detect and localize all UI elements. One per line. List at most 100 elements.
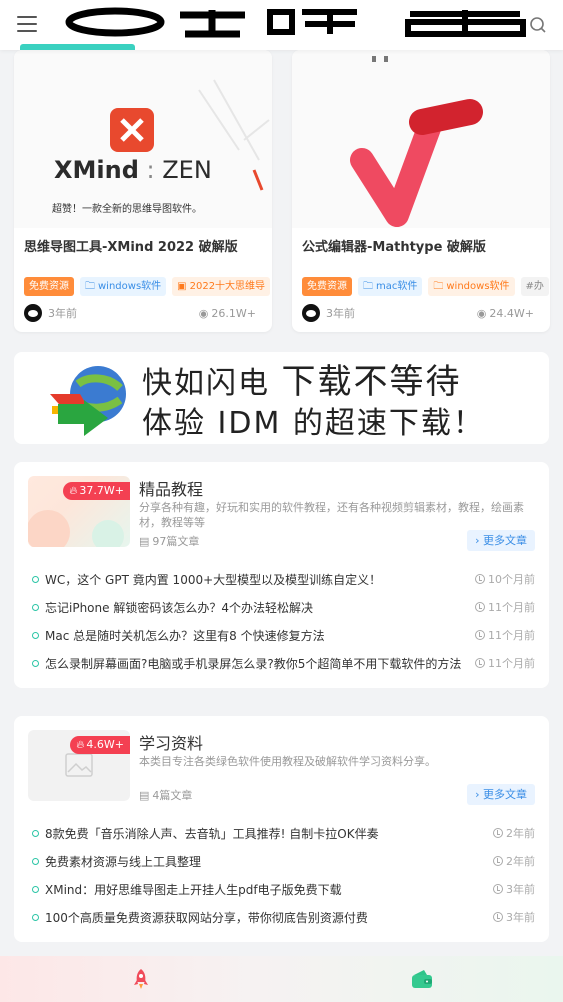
banner-line2: 体验 IDM 的超速下载！ [142,406,485,441]
list-item[interactable]: 怎么录制屏幕画面?电脑或手机录屏怎么录?教你5个超简单不用下载软件的方法 11个月… [32,649,535,677]
fire-icon: 🔥︎ [76,738,85,751]
more-label: 更多文章 [483,788,527,801]
tag-free[interactable]: 免费资源 [24,277,74,296]
bullet-icon [32,603,39,611]
list-item[interactable]: 忘记iPhone 解锁密码该怎么办？4个办法轻松解决 11个月前 [32,593,535,621]
hot-badge: 🔥︎ 37.7W+ [63,482,130,500]
more-articles-button[interactable]: › 更多文章 [467,530,535,551]
post-time: 3年前 [48,307,77,320]
tag-mac[interactable]: 🗀 mac软件 [358,277,423,296]
article-time: 2年前 [493,853,535,869]
post-card-mathtype[interactable]: 公式编辑器-Mathtype 破解版 免费资源 🗀 mac软件 🗀 windows软… [292,50,550,332]
tag-label: windows软件 [446,281,510,292]
time-label: 3年前 [506,911,535,924]
article-title[interactable]: 100个高质量免费资源获取网站分享，带你彻底告别资源付费 [45,909,481,926]
active-tab-indicator [20,44,135,50]
article-time: 3年前 [493,881,535,897]
idm-banner[interactable]: 快如闪电 下载不等待 体验 IDM 的超速下载！ [14,352,549,444]
category-title[interactable]: 学习资料 [139,730,203,754]
list-item[interactable]: Mac 总是随时关机怎么办？这里有8 个快速修复方法 11个月前 [32,621,535,649]
article-time: 11个月前 [475,655,535,671]
article-count-label: 4篇文章 [152,789,193,802]
category-section-tutorials: 🔥︎ 37.7W+ 精品教程 分享各种有趣，好玩和实用的软件教程，还有各种视频剪辑… [14,462,549,688]
tag-windows[interactable]: 🗀 windows软件 [80,277,167,296]
category-description: 本类目专注各类绿色软件使用教程及破解软件学习资料分享。 [139,755,436,768]
article-title[interactable]: Mac 总是随时关机怎么办？这里有8 个快速修复方法 [45,627,463,644]
more-label: 更多文章 [483,534,527,547]
post-title[interactable]: 思维导图工具-XMind 2022 破解版 [24,236,238,255]
time-label: 10个月前 [488,573,535,586]
time-label: 11个月前 [488,601,535,614]
bullet-icon [32,885,39,893]
search-icon[interactable] [529,16,547,34]
list-item[interactable]: 8款免费「音乐消除人声、去音轨」工具推荐! 自制卡拉OK伴奏 2年前 [32,819,535,847]
top-bar [0,0,563,50]
article-time: 2年前 [493,825,535,841]
thumb-caption: 超赞！一款全新的思维导图软件。 [52,204,202,215]
site-logo[interactable] [40,6,530,38]
category-section-learning: 🔥︎ 4.6W+ 学习资料 本类目专注各类绿色软件使用教程及破解软件学习资料分享。… [14,716,549,942]
article-time: 11个月前 [475,627,535,643]
list-item[interactable]: XMind：用好思维导图走上开挂人生pdf电子版免费下载 3年前 [32,875,535,903]
post-thumbnail[interactable] [292,50,550,228]
article-title[interactable]: WC，这个 GPT 竟内置 1000+大型模型以及模型训练自定义！ [45,571,463,588]
clock-icon [475,658,485,668]
tag-xmind-top[interactable]: ▣ 2022十大思维导 [172,277,271,296]
article-title[interactable]: XMind：用好思维导图走上开挂人生pdf电子版免费下载 [45,881,481,898]
avatar[interactable] [24,304,42,322]
bullet-icon [32,575,39,583]
post-meta: 3年前 ◉ 26.1W+ [24,304,256,322]
banner-line1-a: 快如闪电 [142,366,270,401]
bullet-icon [32,829,39,837]
article-count: ▤ 97篇文章 [139,533,199,549]
eye-icon: ◉ [476,306,487,320]
list-item[interactable]: 100个高质量免费资源获取网站分享，带你彻底告别资源付费 3年前 [32,903,535,931]
post-views: ◉ 26.1W+ [199,307,256,320]
post-views: ◉ 24.4W+ [477,307,534,320]
idm-logo-icon [50,366,126,436]
bullet-icon [32,631,39,639]
clock-icon [475,574,485,584]
time-label: 2年前 [506,855,535,868]
hot-badge: 🔥︎ 4.6W+ [70,736,130,754]
tag-windows[interactable]: 🗀 windows软件 [428,277,515,296]
article-count: ▤ 4篇文章 [139,787,192,803]
time-label: 11个月前 [488,657,535,670]
article-title[interactable]: 忘记iPhone 解锁密码该怎么办？4个办法轻松解决 [45,599,463,616]
clock-icon [475,630,485,640]
list-item[interactable]: 免费素材资源与线上工具整理 2年前 [32,847,535,875]
article-time: 3年前 [493,909,535,925]
time-label: 11个月前 [488,629,535,642]
article-list: WC，这个 GPT 竟内置 1000+大型模型以及模型训练自定义！ 10个月前 忘… [32,565,535,677]
article-title[interactable]: 怎么录制屏幕画面?电脑或手机录屏怎么录?教你5个超简单不用下载软件的方法 [45,655,463,672]
banner-line1-b: 下载不等待 [281,362,462,402]
bullet-icon [32,857,39,865]
more-articles-button[interactable]: › 更多文章 [467,784,535,805]
category-thumbnail[interactable]: 🔥︎ 37.7W+ [28,476,130,547]
clock-icon [493,856,503,866]
list-item[interactable]: WC，这个 GPT 竟内置 1000+大型模型以及模型训练自定义！ 10个月前 [32,565,535,593]
post-time: 3年前 [326,307,355,320]
article-title[interactable]: 免费素材资源与线上工具整理 [45,853,481,870]
rocket-icon[interactable] [129,967,153,991]
banner-text: 快如闪电 下载不等待 体验 IDM 的超速下载！ [142,362,485,444]
folder-icon: 🗀 [85,281,95,292]
clock-icon [493,912,503,922]
time-label: 2年前 [506,827,535,840]
post-thumbnail[interactable]: XMind : ZEN 超赞！一款全新的思维导图软件。 [14,50,272,228]
post-title[interactable]: 公式编辑器-Mathtype 破解版 [302,236,486,255]
category-thumbnail[interactable]: 🔥︎ 4.6W+ [28,730,130,801]
document-icon: ▤ [139,534,150,548]
avatar[interactable] [302,304,320,322]
post-card-xmind[interactable]: XMind : ZEN 超赞！一款全新的思维导图软件。 思维导图工具-XMind… [14,50,272,332]
clock-icon [475,602,485,612]
article-time: 10个月前 [475,571,535,587]
hot-count: 37.7W+ [79,484,124,497]
menu-icon[interactable] [17,16,37,32]
clock-icon [493,884,503,894]
tag-office[interactable]: #办 [520,277,549,296]
tag-free[interactable]: 免费资源 [302,277,352,296]
category-title[interactable]: 精品教程 [139,476,203,500]
article-title[interactable]: 8款免费「音乐消除人声、去音轨」工具推荐! 自制卡拉OK伴奏 [45,825,481,842]
wallet-icon[interactable] [410,967,434,991]
